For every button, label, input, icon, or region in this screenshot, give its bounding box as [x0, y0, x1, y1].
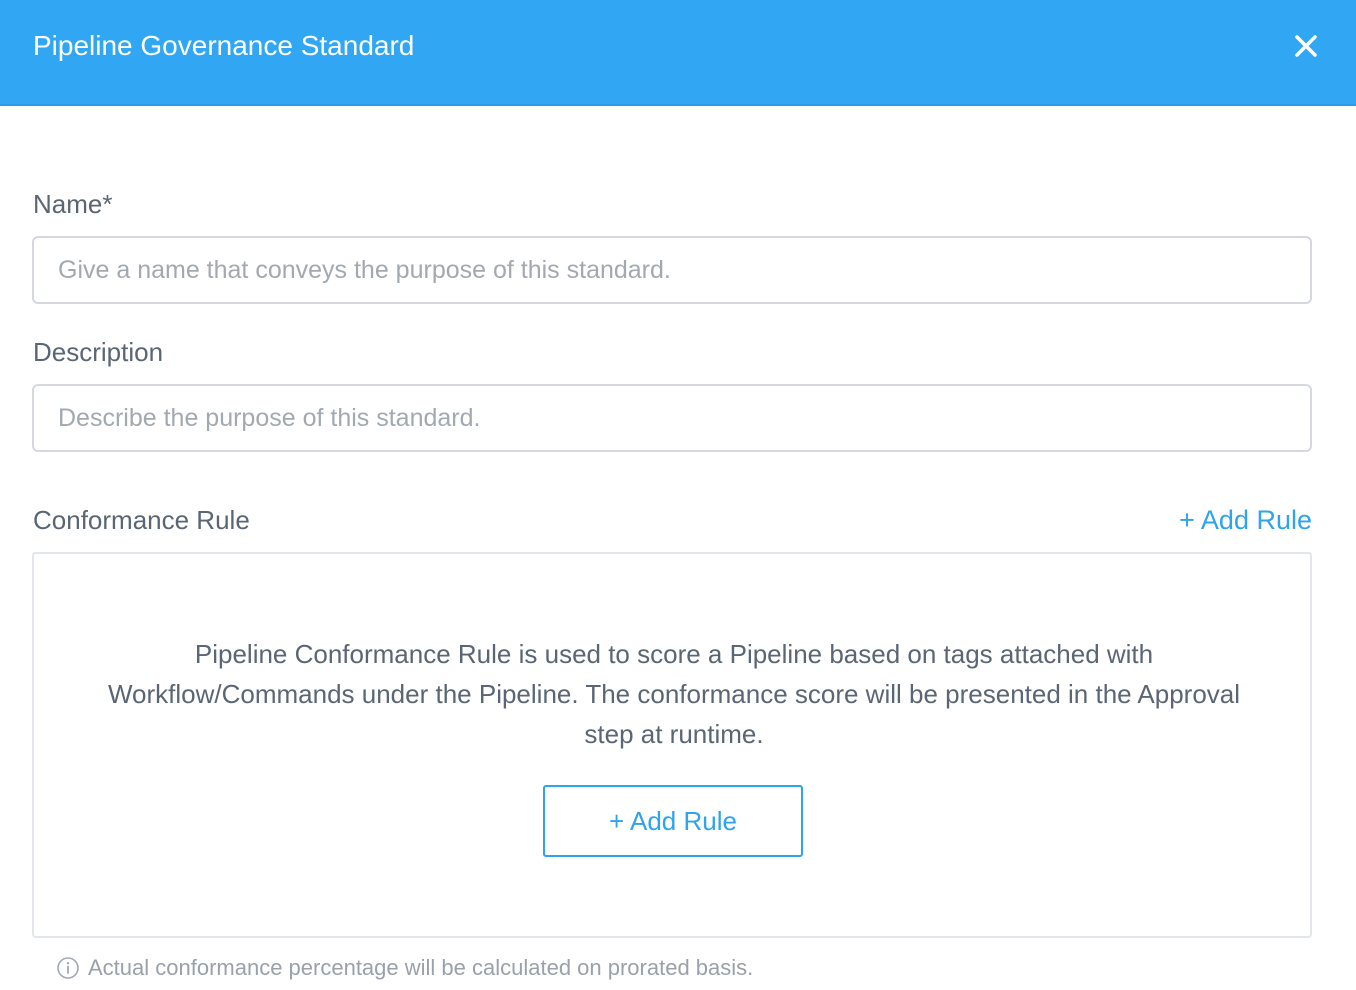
info-icon	[57, 957, 79, 979]
description-input[interactable]	[32, 384, 1312, 452]
empty-state-description: Pipeline Conformance Rule is used to sco…	[107, 639, 1241, 749]
close-button[interactable]	[1288, 28, 1324, 64]
add-rule-button[interactable]: + Add Rule	[543, 785, 803, 857]
footnote-text: Actual conformance percentage will be ca…	[88, 955, 754, 980]
dialog-title: Pipeline Governance Standard	[33, 30, 415, 61]
close-icon	[1295, 35, 1317, 57]
name-input[interactable]	[32, 236, 1312, 304]
footnote: Actual conformance percentage will be ca…	[56, 954, 753, 982]
add-rule-link[interactable]: + Add Rule	[1179, 503, 1312, 537]
conformance-rule-panel: Pipeline Conformance Rule is used to sco…	[32, 552, 1312, 938]
dialog-header: Pipeline Governance Standard	[0, 0, 1356, 106]
conformance-rule-label: Conformance Rule	[33, 505, 250, 535]
description-label: Description	[33, 337, 164, 367]
name-label: Name*	[33, 189, 113, 219]
